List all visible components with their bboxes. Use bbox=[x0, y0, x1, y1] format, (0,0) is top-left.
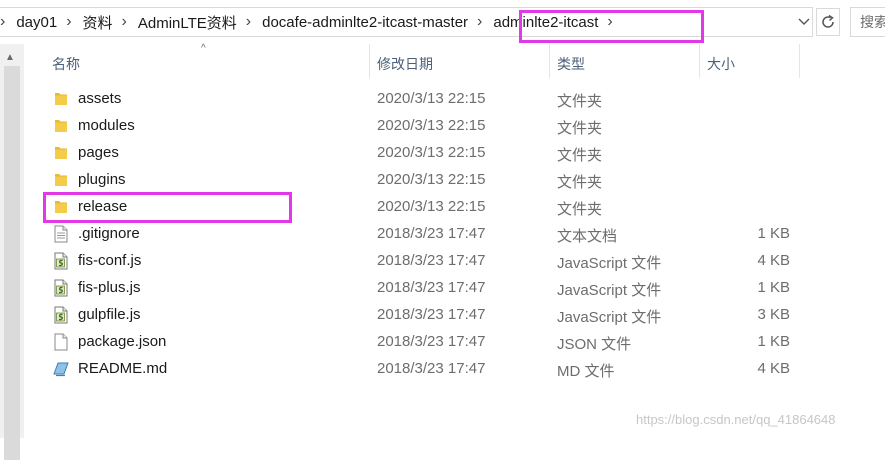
file-row-readme-md[interactable]: README.md 2018/3/23 17:47 MD 文件 4 KB bbox=[44, 356, 834, 383]
breadcrumb-item-adminlte-materials[interactable]: AdminLTE资料 bbox=[135, 12, 240, 33]
breadcrumb-item-adminlte2-itcast[interactable]: adminlte2-itcast bbox=[490, 14, 601, 31]
folder-icon bbox=[52, 90, 70, 108]
text-file-icon bbox=[52, 225, 70, 243]
file-size: 1 KB bbox=[757, 279, 790, 296]
file-modified-date: 2018/3/23 17:47 bbox=[377, 279, 486, 296]
column-divider[interactable] bbox=[699, 44, 700, 78]
file-type: 文件夹 bbox=[557, 174, 603, 191]
markdown-file-icon bbox=[52, 360, 70, 378]
breadcrumb-item-day01[interactable]: day01 bbox=[13, 14, 60, 31]
breadcrumb-item-docafe-master[interactable]: docafe-adminlte2-itcast-master bbox=[259, 14, 471, 31]
sort-ascending-caret-icon: ^ bbox=[201, 43, 206, 54]
column-divider[interactable] bbox=[549, 44, 550, 78]
scroll-up-arrow-icon[interactable]: ▲ bbox=[5, 52, 15, 63]
file-row-fis-conf-js[interactable]: fis-conf.js 2018/3/23 17:47 JavaScript 文件 4… bbox=[44, 248, 834, 275]
file-modified-date: 2020/3/13 22:15 bbox=[377, 198, 486, 215]
file-name: fis-conf.js bbox=[78, 252, 142, 269]
file-modified-date: 2020/3/13 22:15 bbox=[377, 144, 486, 161]
file-row-assets[interactable]: assets 2020/3/13 22:15 文件夹 bbox=[44, 86, 834, 113]
file-name: gulpfile.js bbox=[78, 306, 141, 323]
file-name: .gitignore bbox=[78, 225, 140, 242]
watermark-text: https://blog.csdn.net/qq_41864648 bbox=[636, 412, 836, 427]
file-row-modules[interactable]: modules 2020/3/13 22:15 文件夹 bbox=[44, 113, 834, 140]
file-size: 1 KB bbox=[757, 333, 790, 350]
file-size: 1 KB bbox=[757, 225, 790, 242]
file-type: 文本文档 bbox=[557, 228, 618, 245]
file-row-package-json[interactable]: package.json 2018/3/23 17:47 JSON 文件 1 KB bbox=[44, 329, 834, 356]
file-type: JavaScript 文件 bbox=[557, 255, 662, 272]
javascript-file-icon bbox=[52, 252, 70, 270]
search-input[interactable]: 搜索 bbox=[850, 7, 885, 37]
scrollbar-thumb[interactable] bbox=[4, 66, 20, 460]
file-modified-date: 2018/3/23 17:47 bbox=[377, 360, 486, 377]
refresh-button[interactable] bbox=[816, 8, 840, 36]
column-header-size[interactable]: 大小 bbox=[707, 54, 735, 74]
javascript-file-icon bbox=[52, 306, 70, 324]
breadcrumb-separator-icon[interactable]: › bbox=[601, 13, 620, 31]
address-bar-row: › day01 › 资料 › AdminLTE资料 › docafe-admin… bbox=[0, 0, 885, 44]
file-modified-date: 2020/3/13 22:15 bbox=[377, 117, 486, 134]
blank-file-icon bbox=[52, 333, 70, 351]
file-name: assets bbox=[78, 90, 122, 107]
breadcrumb: › day01 › 资料 › AdminLTE资料 › docafe-admin… bbox=[0, 0, 621, 44]
file-type: JavaScript 文件 bbox=[557, 309, 662, 326]
file-size: 3 KB bbox=[757, 306, 790, 323]
address-dropdown-chevron-icon[interactable] bbox=[796, 14, 812, 30]
column-header-name[interactable]: 名称 bbox=[52, 54, 80, 74]
breadcrumb-item-materials[interactable]: 资料 bbox=[80, 12, 116, 33]
file-type: 文件夹 bbox=[557, 201, 603, 218]
file-row-release[interactable]: release 2020/3/13 22:15 文件夹 bbox=[44, 194, 834, 221]
folder-icon bbox=[52, 117, 70, 135]
file-name: plugins bbox=[78, 171, 126, 188]
file-name: fis-plus.js bbox=[78, 279, 141, 296]
file-modified-date: 2020/3/13 22:15 bbox=[377, 90, 486, 107]
file-name: modules bbox=[78, 117, 135, 134]
file-type: 文件夹 bbox=[557, 147, 603, 164]
column-divider[interactable] bbox=[369, 44, 370, 78]
file-type: 文件夹 bbox=[557, 93, 603, 110]
file-size: 4 KB bbox=[757, 252, 790, 269]
javascript-file-icon bbox=[52, 279, 70, 297]
breadcrumb-separator-icon[interactable]: › bbox=[116, 13, 135, 31]
file-modified-date: 2018/3/23 17:47 bbox=[377, 252, 486, 269]
column-header-date[interactable]: 修改日期 bbox=[377, 54, 433, 74]
file-name: release bbox=[78, 198, 128, 215]
file-modified-date: 2020/3/13 22:15 bbox=[377, 171, 486, 188]
file-row-gitignore[interactable]: .gitignore 2018/3/23 17:47 文本文档 1 KB bbox=[44, 221, 834, 248]
file-row-plugins[interactable]: plugins 2020/3/13 22:15 文件夹 bbox=[44, 167, 834, 194]
file-name: package.json bbox=[78, 333, 167, 350]
folder-icon bbox=[52, 144, 70, 162]
file-row-fis-plus-js[interactable]: fis-plus.js 2018/3/23 17:47 JavaScript 文件 1… bbox=[44, 275, 834, 302]
folder-icon bbox=[52, 171, 70, 189]
breadcrumb-separator-icon[interactable]: › bbox=[471, 13, 490, 31]
vertical-scrollbar[interactable]: ▲ bbox=[0, 44, 24, 460]
file-modified-date: 2018/3/23 17:47 bbox=[377, 306, 486, 323]
file-type: JavaScript 文件 bbox=[557, 282, 662, 299]
refresh-icon bbox=[822, 14, 834, 28]
file-name: pages bbox=[78, 144, 119, 161]
file-name: README.md bbox=[78, 360, 168, 377]
file-type: MD 文件 bbox=[557, 363, 615, 380]
breadcrumb-separator-icon[interactable]: › bbox=[240, 13, 259, 31]
file-modified-date: 2018/3/23 17:47 bbox=[377, 225, 486, 242]
breadcrumb-separator-icon[interactable]: › bbox=[0, 13, 13, 31]
file-row-gulpfile-js[interactable]: gulpfile.js 2018/3/23 17:47 JavaScript 文件 3… bbox=[44, 302, 834, 329]
file-size: 4 KB bbox=[757, 360, 790, 377]
column-divider[interactable] bbox=[799, 44, 800, 78]
file-type: 文件夹 bbox=[557, 120, 603, 137]
folder-icon bbox=[52, 198, 70, 216]
column-header-type[interactable]: 类型 bbox=[557, 54, 585, 74]
breadcrumb-separator-icon[interactable]: › bbox=[60, 13, 79, 31]
file-modified-date: 2018/3/23 17:47 bbox=[377, 333, 486, 350]
file-row-pages[interactable]: pages 2020/3/13 22:15 文件夹 bbox=[44, 140, 834, 167]
file-type: JSON 文件 bbox=[557, 336, 632, 353]
